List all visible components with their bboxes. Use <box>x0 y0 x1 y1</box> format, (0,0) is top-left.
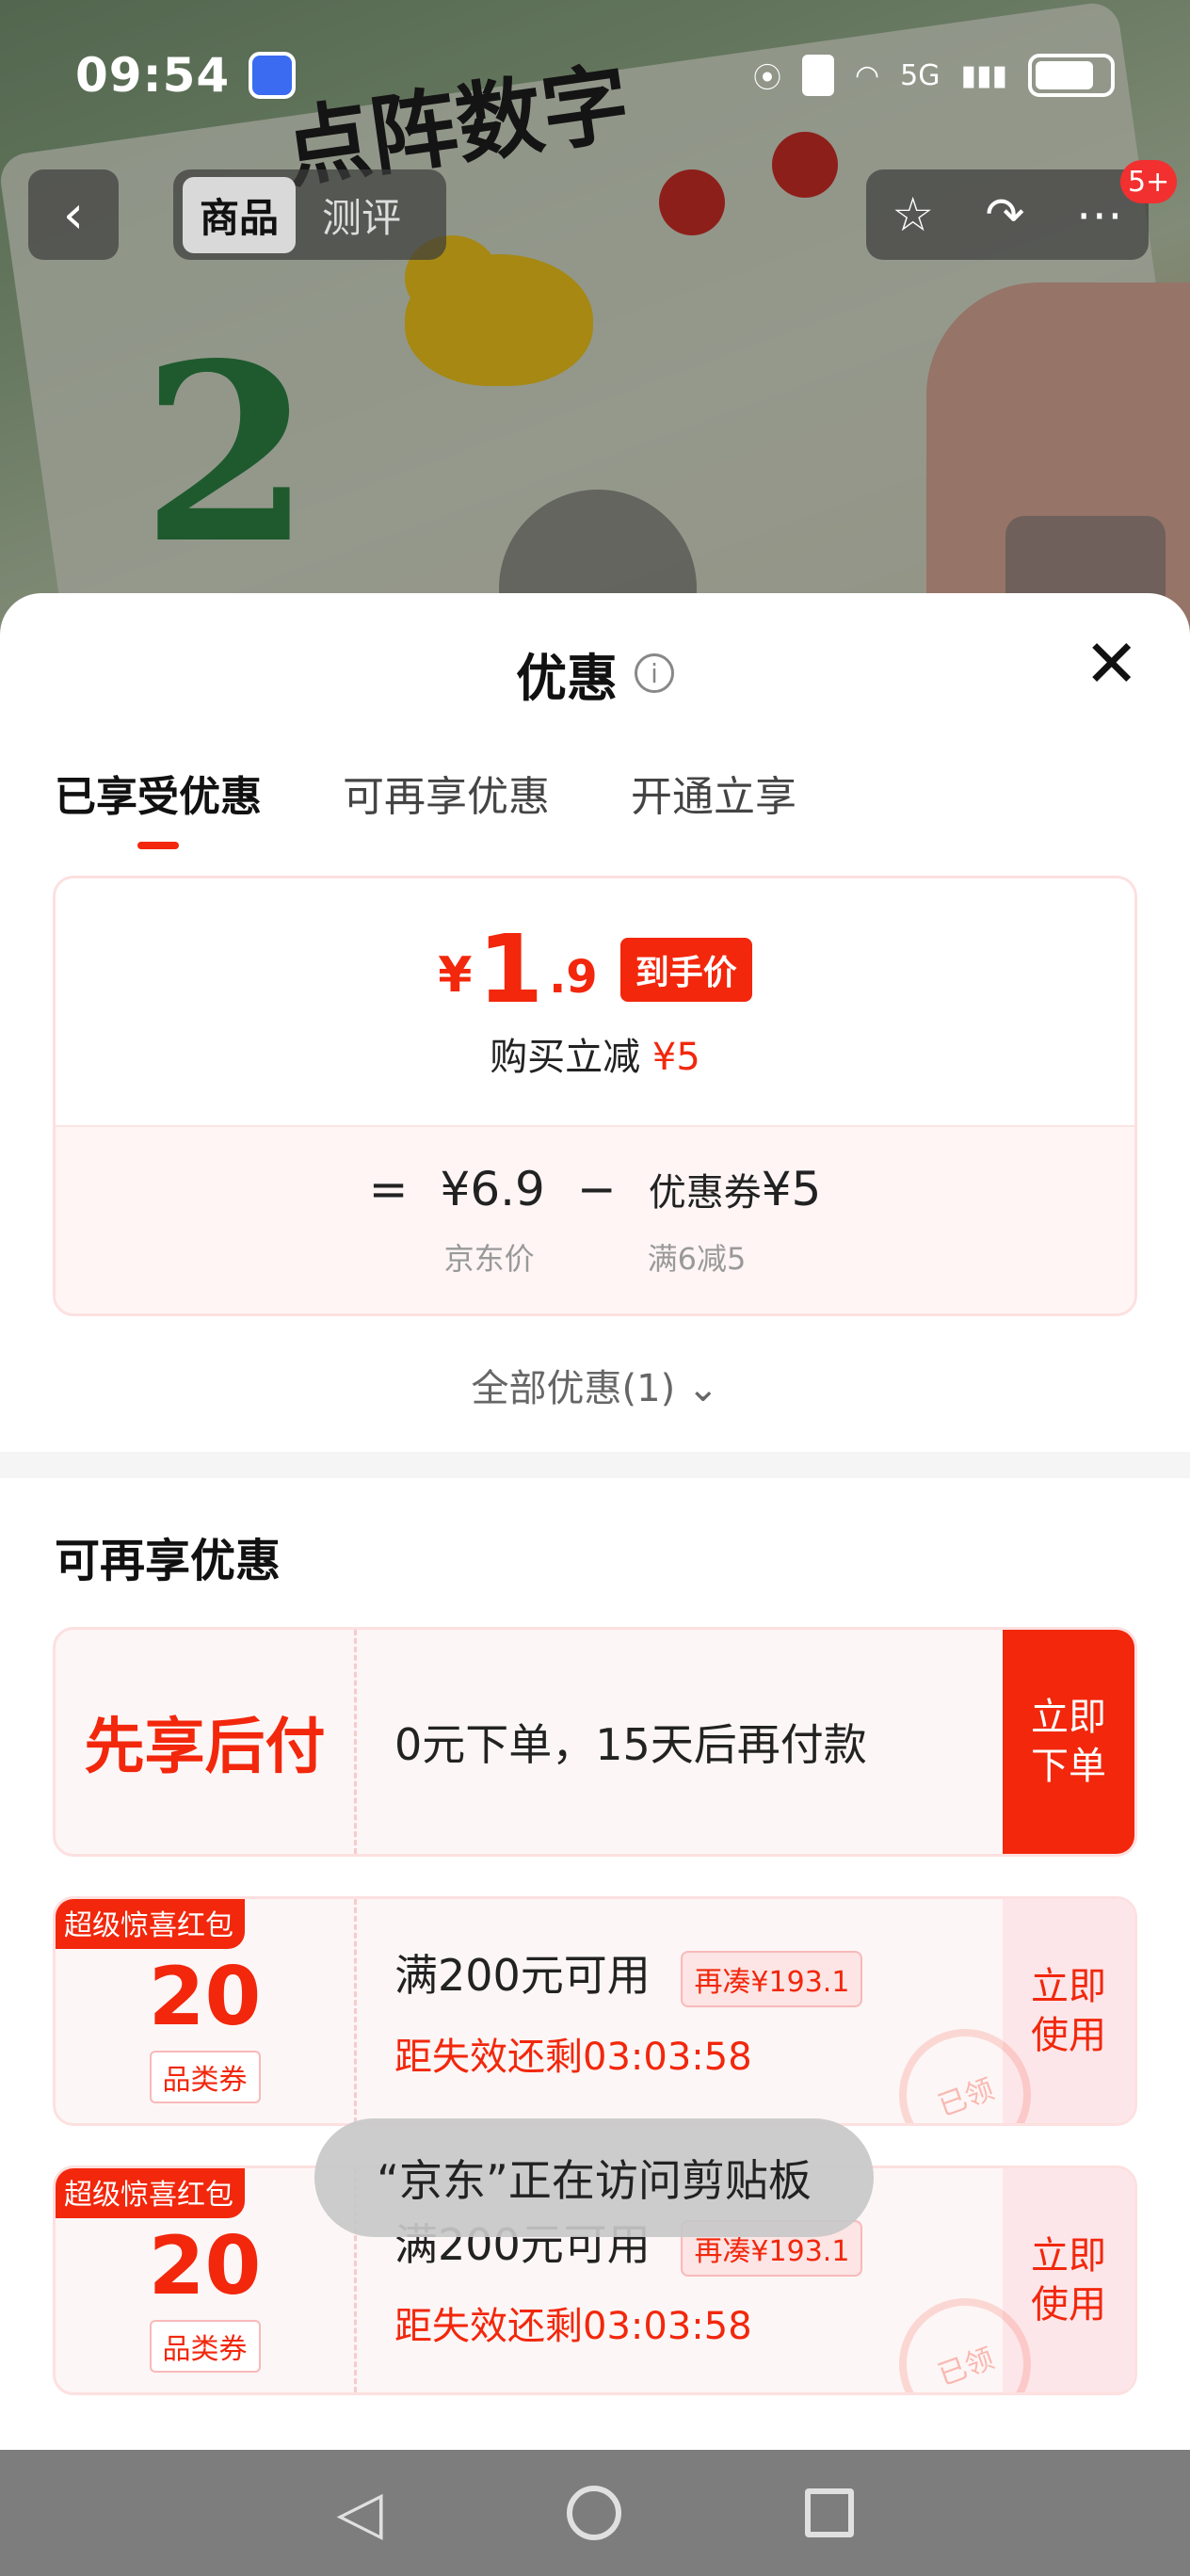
sheet-header: 优惠 i ✕ <box>0 593 1190 753</box>
product-nav-tabs: 商品 测评 <box>173 169 446 260</box>
favorite-star-icon[interactable]: ☆ <box>892 187 934 242</box>
need-more-badge: 再凑¥193.1 <box>681 1950 863 2007</box>
paylater-desc-block: 0元下单，15天后再付款 <box>357 1630 1003 1854</box>
price-formula: = ¥6.9 − 优惠券¥5 <box>369 1162 822 1216</box>
price-decimal: .9 <box>549 951 598 1004</box>
tab-product[interactable]: 商品 <box>183 176 297 253</box>
network-label: 5G <box>900 58 941 92</box>
nav-actions: ☆ ↷ ⋯ <box>866 169 1149 260</box>
tab-enjoyed-offers[interactable]: 已享受优惠 <box>55 753 262 823</box>
status-icons: ⦿ ◠ 5G ▮▮▮ <box>753 54 1115 97</box>
share-icon[interactable]: ↷ <box>985 187 1024 242</box>
app-notification-icon <box>249 52 297 99</box>
sheet-title: 优惠 <box>516 648 618 708</box>
coupon-condition: 满200元可用 <box>394 1950 651 2002</box>
final-price-card: ¥ 1 .9 到手价 购买立减 ¥5 = ¥6.9 − 优惠券¥5 京东价 满6… <box>53 876 1137 1316</box>
info-icon[interactable]: i <box>635 653 674 693</box>
paylater-offer: 先享后付 0元下单，15天后再付款 立即 下单 <box>53 1627 1137 1857</box>
nav-home-icon[interactable] <box>566 2486 621 2540</box>
offers-sheet: 优惠 i ✕ 已享受优惠 可再享优惠 开通立享 ¥ 1 .9 到手价 购买立减 … <box>0 593 1190 2576</box>
jd-price-value: ¥6.9 <box>440 1162 545 1216</box>
message-count-badge: 5+ <box>1120 160 1178 203</box>
instant-reduce: 购买立减 ¥5 <box>490 1026 700 1081</box>
price-currency: ¥ <box>438 947 473 1004</box>
coupon-amount: 20 <box>148 2219 262 2313</box>
coupon-card: 超级惊喜红包 20 品类券 满200元可用 再凑¥193.1 距失效还剩03:0… <box>53 1896 1137 2126</box>
location-icon: ⦿ <box>752 62 781 95</box>
coupon-value: ¥5 <box>761 1162 822 1216</box>
system-nav-bar: ◁ <box>0 2450 1190 2576</box>
paylater-title: 先享后付 <box>84 1713 326 1782</box>
status-bar: 09:54 ⦿ ◠ 5G ▮▮▮ <box>0 0 1190 151</box>
coupon-ribbon: 超级惊喜红包 <box>56 2168 245 2218</box>
more-offers-title: 可再享优惠 <box>55 1535 281 1587</box>
tab-more-offers[interactable]: 可再享优惠 <box>343 753 550 823</box>
coupon-kind: 品类券 <box>149 2051 261 2103</box>
clipboard-toast: “京东”正在访问剪贴板 <box>314 2118 874 2237</box>
nav-back-triangle-icon[interactable]: ◁ <box>336 2478 382 2548</box>
minus-sign: − <box>576 1162 617 1216</box>
jd-price-label: 京东价 <box>443 1241 535 1277</box>
section-divider <box>0 1452 1190 1478</box>
all-offers-label: 全部优惠(1) <box>471 1367 676 1410</box>
coupon-condition-row: 满200元可用 再凑¥193.1 <box>394 1941 1003 2007</box>
final-price-top: ¥ 1 .9 到手价 购买立减 ¥5 <box>56 878 1134 1125</box>
tab-activate-offers[interactable]: 开通立享 <box>631 753 796 823</box>
equals-sign: = <box>368 1162 409 1216</box>
offer-list: 先享后付 0元下单，15天后再付款 立即 下单 超级惊喜红包 20 品类券 满2… <box>0 1627 1190 2395</box>
coupon-amount: 20 <box>148 1950 262 2044</box>
tab-review[interactable]: 测评 <box>305 177 418 253</box>
price-breakdown: = ¥6.9 − 优惠券¥5 京东价 满6减5 <box>56 1125 1134 1313</box>
final-price: ¥ 1 .9 到手价 <box>438 914 752 1024</box>
price-integer: 1 <box>477 914 544 1024</box>
paylater-desc: 0元下单，15天后再付款 <box>394 1719 867 1770</box>
battery-icon <box>1028 54 1115 97</box>
coupon-label: 优惠券 <box>648 1171 762 1215</box>
price-formula-labels: 京东价 满6减5 <box>444 1235 747 1279</box>
back-arrow-icon: ‹ <box>62 184 85 246</box>
order-now-button[interactable]: 立即 下单 <box>1003 1630 1134 1854</box>
signal-icon: ▮▮▮ <box>960 58 1007 92</box>
coupon-ribbon: 超级惊喜红包 <box>56 1899 245 1949</box>
coupon-left: 超级惊喜红包 20 品类券 <box>56 2168 357 2392</box>
vibrate-icon <box>801 55 834 96</box>
all-offers-link[interactable]: 全部优惠(1) ⌄ <box>0 1358 1190 1433</box>
status-time: 09:54 <box>75 48 231 103</box>
more-icon[interactable]: ⋯ <box>1076 187 1123 242</box>
chevron-down-icon: ⌄ <box>686 1367 719 1410</box>
paylater-left: 先享后付 <box>56 1630 357 1854</box>
coupon-kind: 品类券 <box>149 2320 261 2373</box>
nav-recents-icon[interactable] <box>804 2488 854 2537</box>
back-button[interactable]: ‹ <box>28 169 119 260</box>
instant-reduce-label: 购买立减 <box>490 1036 641 1079</box>
coupon-left: 超级惊喜红包 20 品类券 <box>56 1899 357 2123</box>
close-button[interactable]: ✕ <box>1084 631 1139 697</box>
instant-reduce-value: ¥5 <box>651 1036 700 1079</box>
wifi-icon: ◠ <box>854 58 880 92</box>
coupon-rule: 满6减5 <box>647 1241 747 1277</box>
final-price-tag: 到手价 <box>619 938 752 1002</box>
offer-tabs: 已享受优惠 可再享优惠 开通立享 <box>0 753 1190 857</box>
